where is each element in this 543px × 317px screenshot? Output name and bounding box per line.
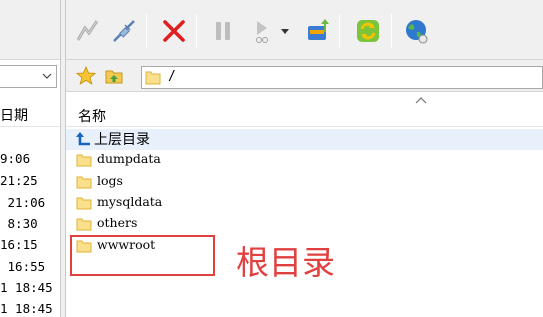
play-button[interactable] [249,16,277,46]
left-row-time[interactable]: 1 18:45 [0,280,60,301]
folder-icon [145,71,161,85]
play-icon [256,21,268,43]
address-path: / [168,69,176,84]
transfer-button[interactable] [304,16,332,46]
folder-name: logs [97,173,123,188]
left-row-time[interactable]: 16:55 [0,259,60,280]
parent-directory-row[interactable]: 上层目录 [66,129,543,150]
folder-name: mysqldata [97,194,163,209]
plug-icon [113,20,135,42]
folder-icon [76,197,92,210]
pause-icon [216,22,230,40]
favorites-button[interactable] [74,64,98,88]
parent-directory-label: 上层目录 [94,132,150,148]
pause-button[interactable] [209,16,237,46]
up-arrow-icon [76,132,90,146]
folder-icon [76,176,92,189]
highlight-box [70,235,215,276]
column-header-label: 名称 [78,109,106,125]
column-header-name[interactable]: 名称 [66,92,543,127]
remote-toolbar [66,0,543,60]
connect-button[interactable] [74,16,102,46]
toolbar-separator [339,14,340,48]
chevron-down-icon[interactable] [41,70,53,82]
folder-name: dumpdata [97,151,161,166]
close-icon [163,20,185,42]
toolbar-separator [146,14,147,48]
refresh-button[interactable] [354,16,382,46]
left-row-time[interactable]: 16:15 [0,237,60,258]
left-column-header-label: 日期 [0,108,28,124]
left-row-time[interactable]: 21:06 [0,195,60,216]
left-row-time[interactable]: 21:25 [0,173,60,194]
globe-button[interactable] [403,16,431,46]
folder-row[interactable]: logs [66,172,543,193]
globe-icon [406,20,428,44]
toolbar-separator [391,14,392,48]
disconnect-button[interactable] [110,16,138,46]
left-toolbar [0,0,60,60]
connect-icon [76,20,99,41]
address-input[interactable]: / [141,66,543,89]
address-bar: / [66,60,543,92]
folder-row[interactable]: dumpdata [66,150,543,171]
folder-row[interactable]: others [66,214,543,235]
left-path-dropdown[interactable] [0,65,57,88]
transfer-icon [308,19,329,40]
folder-icon [76,218,92,231]
folder-row[interactable]: mysqldata [66,193,543,214]
toolbar-separator [196,14,197,48]
parent-folder-button[interactable] [102,64,126,88]
star-icon [76,66,96,85]
left-column-header-date[interactable]: 日期 [0,96,60,127]
cancel-button[interactable] [160,16,188,46]
folder-name: others [97,215,138,230]
sort-ascending-icon [415,97,427,104]
left-row-time[interactable]: 9:06 [0,151,60,172]
refresh-icon [357,20,379,42]
left-row-time[interactable]: 1 18:45 [0,301,60,317]
annotation-label: 根目录 [236,243,335,282]
folder-up-icon [105,70,123,84]
left-row-time[interactable]: 8:30 [0,216,60,237]
folder-icon [76,154,92,167]
play-dropdown-button[interactable] [278,16,292,46]
caret-down-icon [281,29,289,34]
